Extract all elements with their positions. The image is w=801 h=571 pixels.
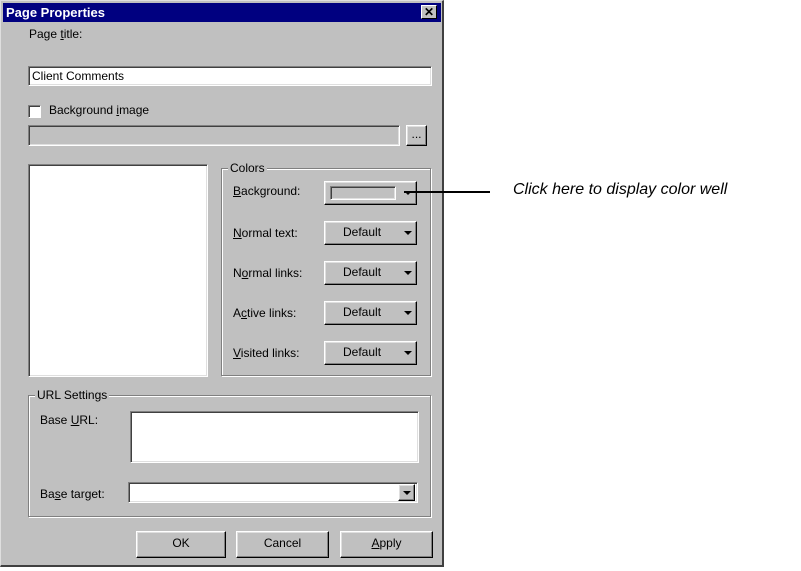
background-color-label: Background: [233,184,301,198]
normal-text-color-button[interactable]: Default [324,221,417,245]
chevron-down-icon [404,271,412,275]
chevron-down-icon [404,311,412,315]
base-target-dropdown-button[interactable] [398,484,415,501]
normal-links-label: Normal links: [233,266,303,280]
page-title-label: Page title: [29,27,83,41]
base-target-label: Base target: [40,487,105,501]
base-target-select[interactable] [128,482,418,503]
chevron-down-icon [403,491,411,495]
callout-line [404,191,490,193]
close-button[interactable]: ✕ [421,5,437,19]
background-image-checkbox[interactable] [28,105,41,118]
normal-links-color-button[interactable]: Default [324,261,417,285]
browse-button[interactable]: ... [406,125,427,146]
background-image-label: Background image [49,103,150,117]
close-icon: ✕ [423,5,435,19]
chevron-down-icon [404,231,412,235]
normal-text-label: Normal text: [233,226,298,240]
url-settings-group-title: URL Settings [35,388,110,402]
background-color-swatch [330,186,396,200]
cancel-button[interactable]: Cancel [236,531,329,558]
background-image-path-input[interactable] [28,125,400,146]
title-bar: Page Properties ✕ [3,3,441,22]
window-title: Page Properties [6,5,105,20]
page-properties-dialog: Page Properties ✕ Page title: Client Com… [0,0,444,567]
base-url-label: Base URL: [40,413,99,427]
visited-links-color-button[interactable]: Default [324,341,417,365]
visited-links-label: Visited links: [233,346,300,360]
apply-button[interactable]: Apply [340,531,433,558]
callout-text: Click here to display color well [513,181,728,198]
preview-pane [28,164,208,377]
active-links-label: Active links: [233,306,297,320]
active-links-color-button[interactable]: Default [324,301,417,325]
chevron-down-icon [404,351,412,355]
background-color-button[interactable] [324,181,417,205]
colors-group-title: Colors [228,161,267,175]
base-url-input[interactable] [130,411,419,463]
ok-button[interactable]: OK [136,531,226,558]
page-title-input[interactable]: Client Comments [28,66,432,86]
